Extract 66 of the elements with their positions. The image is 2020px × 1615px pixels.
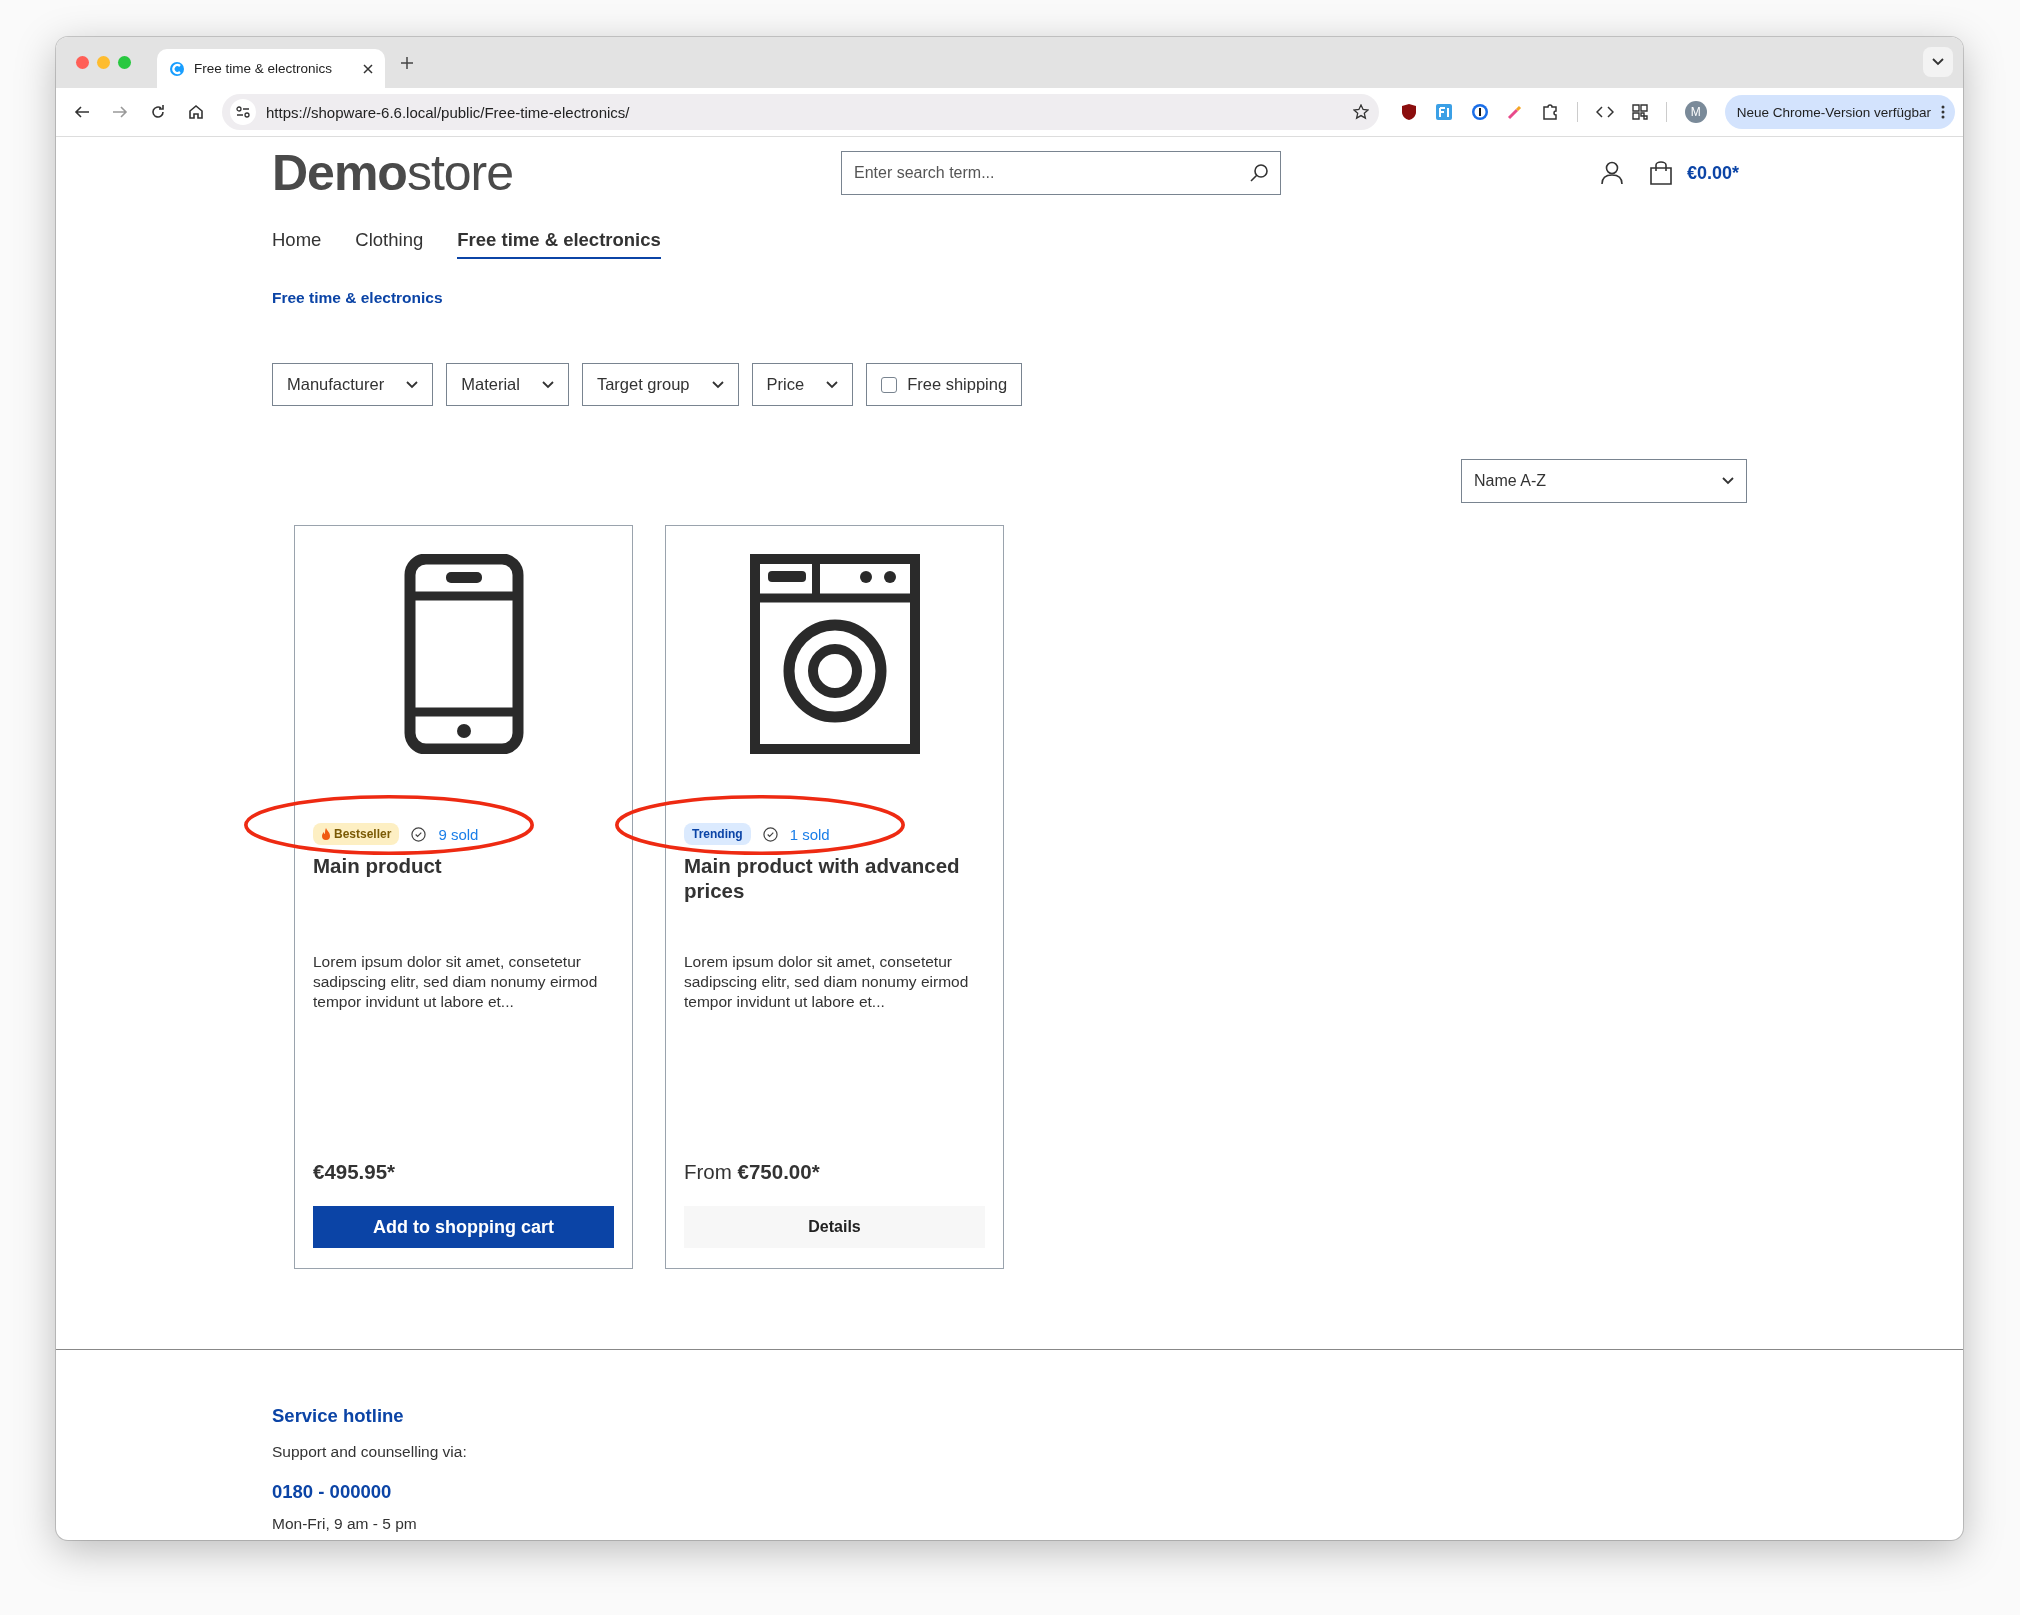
check-circle-icon — [762, 826, 778, 842]
product-price: From €750.00* — [684, 1160, 821, 1184]
account-icon[interactable] — [1600, 161, 1623, 185]
tab-list-button[interactable] — [1923, 47, 1953, 77]
product-description: Lorem ipsum dolor sit amet, consetetur sadipscing elitr, sed diam nonumy eirmod tempor invidunt ut labore et... — [313, 952, 599, 1012]
qr-code-icon[interactable] — [1631, 104, 1648, 120]
browser-tab[interactable]: Free time & electronics — [157, 49, 385, 88]
smartphone-icon — [403, 554, 524, 754]
chevron-down-icon — [711, 380, 724, 389]
flame-icon — [321, 828, 331, 840]
nav-link[interactable]: Home — [272, 223, 322, 259]
puzzle-icon[interactable] — [1540, 103, 1559, 121]
details-button[interactable]: Details — [684, 1206, 985, 1248]
search-icon[interactable] — [1249, 163, 1269, 183]
cart-button[interactable]: €0.00* — [1648, 161, 1739, 185]
hotline-link[interactable]: 0180 - 000000 — [272, 1481, 392, 1503]
more-icon — [1941, 105, 1945, 119]
filter-dropdown[interactable]: Price — [751, 363, 854, 406]
product-price: €495.95* — [313, 1160, 397, 1184]
search-field[interactable]: Enter search term... — [841, 151, 1281, 195]
store-logo[interactable]: Demostore — [272, 144, 841, 202]
trending-badge: Trending — [684, 823, 751, 845]
chevron-down-icon — [541, 380, 554, 389]
footer-text: Support and counselling via: — [272, 1443, 467, 1461]
sort-dropdown[interactable]: Name A-Z — [1461, 459, 1747, 503]
footer-heading: Service hotline — [272, 1405, 404, 1427]
address-bar[interactable]: https://shopware-6.6.local/public/Free-time-electronics/ — [222, 94, 1379, 130]
password-manager-icon[interactable] — [1470, 103, 1489, 121]
nav-link[interactable]: Clothing — [355, 223, 424, 259]
shop-logo-icon — [169, 60, 185, 77]
filter-dropdown[interactable]: Manufacturer — [272, 363, 434, 406]
sold-count: 9 sold — [438, 825, 479, 843]
back-arrow-icon[interactable] — [74, 104, 90, 120]
sold-count: 1 sold — [789, 825, 830, 843]
check-circle-icon — [411, 826, 427, 842]
forward-arrow-icon[interactable] — [112, 104, 128, 120]
update-button[interactable]: Neue Chrome-Version verfügbar — [1724, 95, 1955, 129]
bestseller-badge: Bestseller — [313, 823, 400, 845]
color-picker-icon[interactable] — [1506, 104, 1523, 120]
star-icon[interactable] — [1352, 104, 1369, 120]
filter-dropdown[interactable]: Material — [446, 363, 569, 406]
checkbox[interactable] — [881, 376, 898, 393]
profile-avatar[interactable]: M — [1684, 101, 1707, 123]
breadcrumb-link[interactable]: Free time & electronics — [272, 289, 443, 307]
filter-checkbox[interactable]: Free shipping — [866, 363, 1023, 406]
nav-link[interactable]: Free time & electronics — [457, 223, 661, 259]
chevron-down-icon — [1722, 477, 1734, 485]
product-description: Lorem ipsum dolor sit amet, consetetur sadipscing elitr, sed diam nonumy eirmod tempor invidunt ut labore et... — [684, 952, 970, 1012]
chevron-down-icon — [826, 380, 839, 389]
plus-icon[interactable] — [401, 57, 413, 69]
shopping-bag-icon — [1648, 161, 1673, 185]
filter-dropdown[interactable]: Target group — [581, 363, 739, 406]
site-settings-icon[interactable] — [230, 99, 256, 125]
product-name[interactable]: Main product — [313, 854, 614, 952]
shield-icon[interactable] — [1400, 103, 1417, 121]
chevron-down-icon — [406, 380, 419, 389]
washing-machine-icon — [749, 554, 920, 754]
code-icon[interactable] — [1595, 106, 1614, 118]
add-to-cart-button[interactable]: Add to shopping cart — [313, 1206, 614, 1248]
product-name[interactable]: Main product with advanced prices — [684, 854, 985, 952]
opening-hours: Mon-Fri, 9 am - 5 pm — [272, 1515, 417, 1533]
extension-badge-icon[interactable] — [1434, 103, 1453, 121]
reload-icon[interactable] — [150, 104, 166, 120]
chevron-down-icon — [1932, 58, 1944, 66]
close-icon[interactable] — [363, 63, 373, 74]
home-icon[interactable] — [188, 104, 204, 120]
